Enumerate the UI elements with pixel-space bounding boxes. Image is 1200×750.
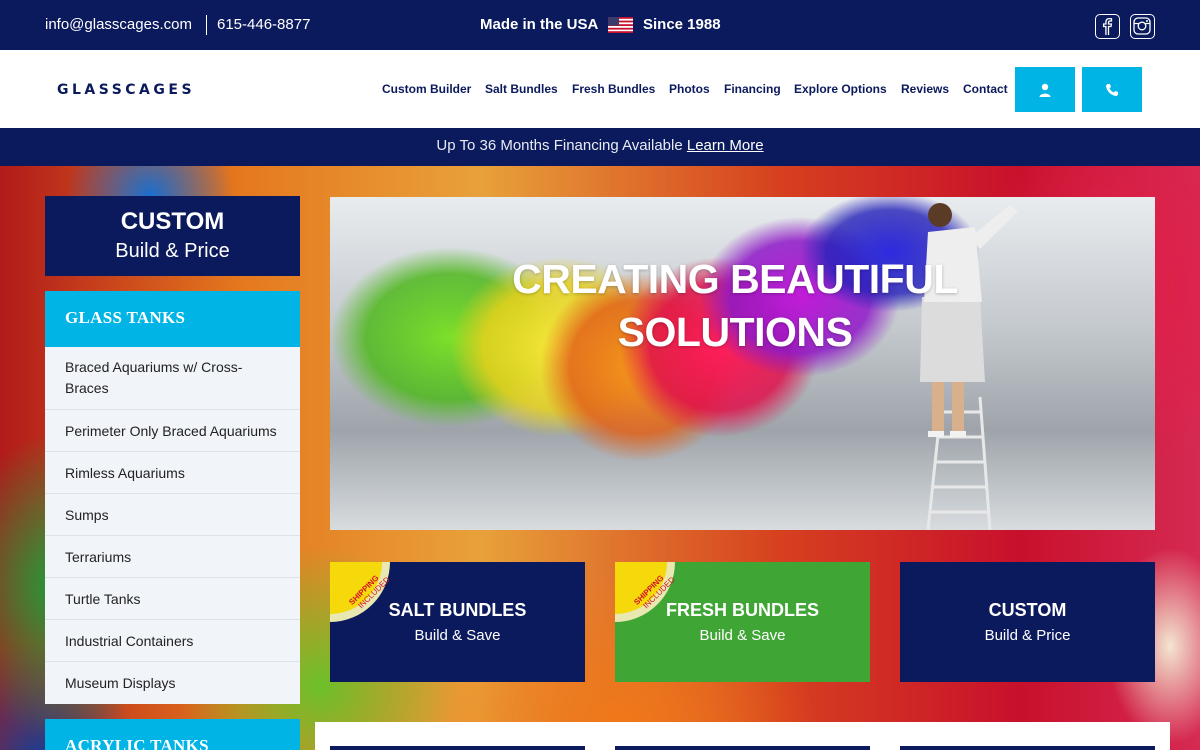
user-icon	[1039, 83, 1051, 97]
facebook-icon[interactable]	[1095, 14, 1120, 39]
hero-title-line1: CREATING BEAUTIFUL	[512, 256, 958, 302]
hero-title: CREATING BEAUTIFUL SOLUTIONS	[440, 253, 1030, 359]
financing-banner: Up To 36 Months Financing Available Lear…	[0, 128, 1200, 166]
nav-custom-builder[interactable]: Custom Builder	[382, 82, 471, 96]
custom-box-title: CUSTOM	[120, 208, 225, 235]
glass-tanks-heading[interactable]: GLASS TANKS	[45, 291, 300, 347]
sidebar-item-braced-aquariums[interactable]: Braced Aquariums w/ Cross-Braces	[45, 347, 300, 410]
email-link[interactable]: info@glasscages.com	[45, 16, 192, 33]
nav-fresh-bundles[interactable]: Fresh Bundles	[572, 82, 655, 96]
sidebar-item-sumps[interactable]: Sumps	[45, 494, 300, 536]
instagram-icon[interactable]	[1130, 14, 1155, 39]
card-top-border	[615, 746, 870, 750]
since-text: Since 1988	[643, 16, 721, 33]
fresh-bundles-subtitle: Build & Save	[699, 627, 786, 644]
divider	[206, 15, 207, 35]
hero-title-line2: SOLUTIONS	[617, 309, 853, 355]
phone-icon	[1106, 84, 1118, 96]
sidebar-item-museum-displays[interactable]: Museum Displays	[45, 662, 300, 704]
custom-box-subtitle: Build & Price	[115, 240, 230, 262]
acrylic-tanks-heading[interactable]: ACRYLIC TANKS	[45, 719, 300, 750]
shipping-included-ribbon: SHIPPING INCLUDED	[615, 562, 675, 622]
account-button[interactable]	[1015, 67, 1075, 112]
nav-photos[interactable]: Photos	[669, 82, 710, 96]
sidebar-item-rimless[interactable]: Rimless Aquariums	[45, 452, 300, 494]
sidebar-item-perimeter-braced[interactable]: Perimeter Only Braced Aquariums	[45, 410, 300, 452]
salt-bundles-card[interactable]: SHIPPING INCLUDED SALT BUNDLES Build & S…	[330, 562, 585, 682]
us-flag-icon	[608, 17, 633, 33]
custom-build-card[interactable]: CUSTOM Build & Price	[900, 562, 1155, 682]
nav-reviews[interactable]: Reviews	[901, 82, 949, 96]
sidebar-item-industrial-containers[interactable]: Industrial Containers	[45, 620, 300, 662]
learn-more-link[interactable]: Learn More	[687, 137, 764, 154]
content-panel	[315, 722, 1170, 750]
nav-financing[interactable]: Financing	[724, 82, 781, 96]
sidebar-item-terrariums[interactable]: Terrariums	[45, 536, 300, 578]
site-logo[interactable]: GLASSCAGES	[57, 82, 195, 98]
custom-card-title: CUSTOM	[988, 600, 1067, 620]
custom-card-subtitle: Build & Price	[984, 627, 1071, 644]
nav-contact[interactable]: Contact	[963, 82, 1008, 96]
glass-tanks-list: Braced Aquariums w/ Cross-Braces Perimet…	[45, 347, 300, 704]
nav-salt-bundles[interactable]: Salt Bundles	[485, 82, 558, 96]
fresh-bundles-card[interactable]: SHIPPING INCLUDED FRESH BUNDLES Build & …	[615, 562, 870, 682]
card-top-border	[330, 746, 585, 750]
shipping-included-ribbon: SHIPPING INCLUDED	[330, 562, 390, 622]
card-top-border	[900, 746, 1155, 750]
nav-explore-options[interactable]: Explore Options	[794, 82, 887, 96]
hero-banner: CREATING BEAUTIFUL SOLUTIONS	[330, 197, 1155, 530]
sidebar-item-turtle-tanks[interactable]: Turtle Tanks	[45, 578, 300, 620]
made-in-usa-text: Made in the USA	[480, 16, 599, 33]
call-button[interactable]	[1082, 67, 1142, 112]
salt-bundles-subtitle: Build & Save	[414, 627, 501, 644]
phone-link[interactable]: 615-446-8877	[217, 16, 310, 33]
paint-splash-illustration	[330, 197, 1018, 530]
custom-build-price-box[interactable]: CUSTOM Build & Price	[45, 196, 300, 276]
site-header: GLASSCAGES Custom Builder Salt Bundles F…	[0, 50, 1200, 128]
top-bar: info@glasscages.com 615-446-8877 Made in…	[0, 0, 1200, 50]
financing-text: Up To 36 Months Financing Available	[436, 137, 683, 154]
